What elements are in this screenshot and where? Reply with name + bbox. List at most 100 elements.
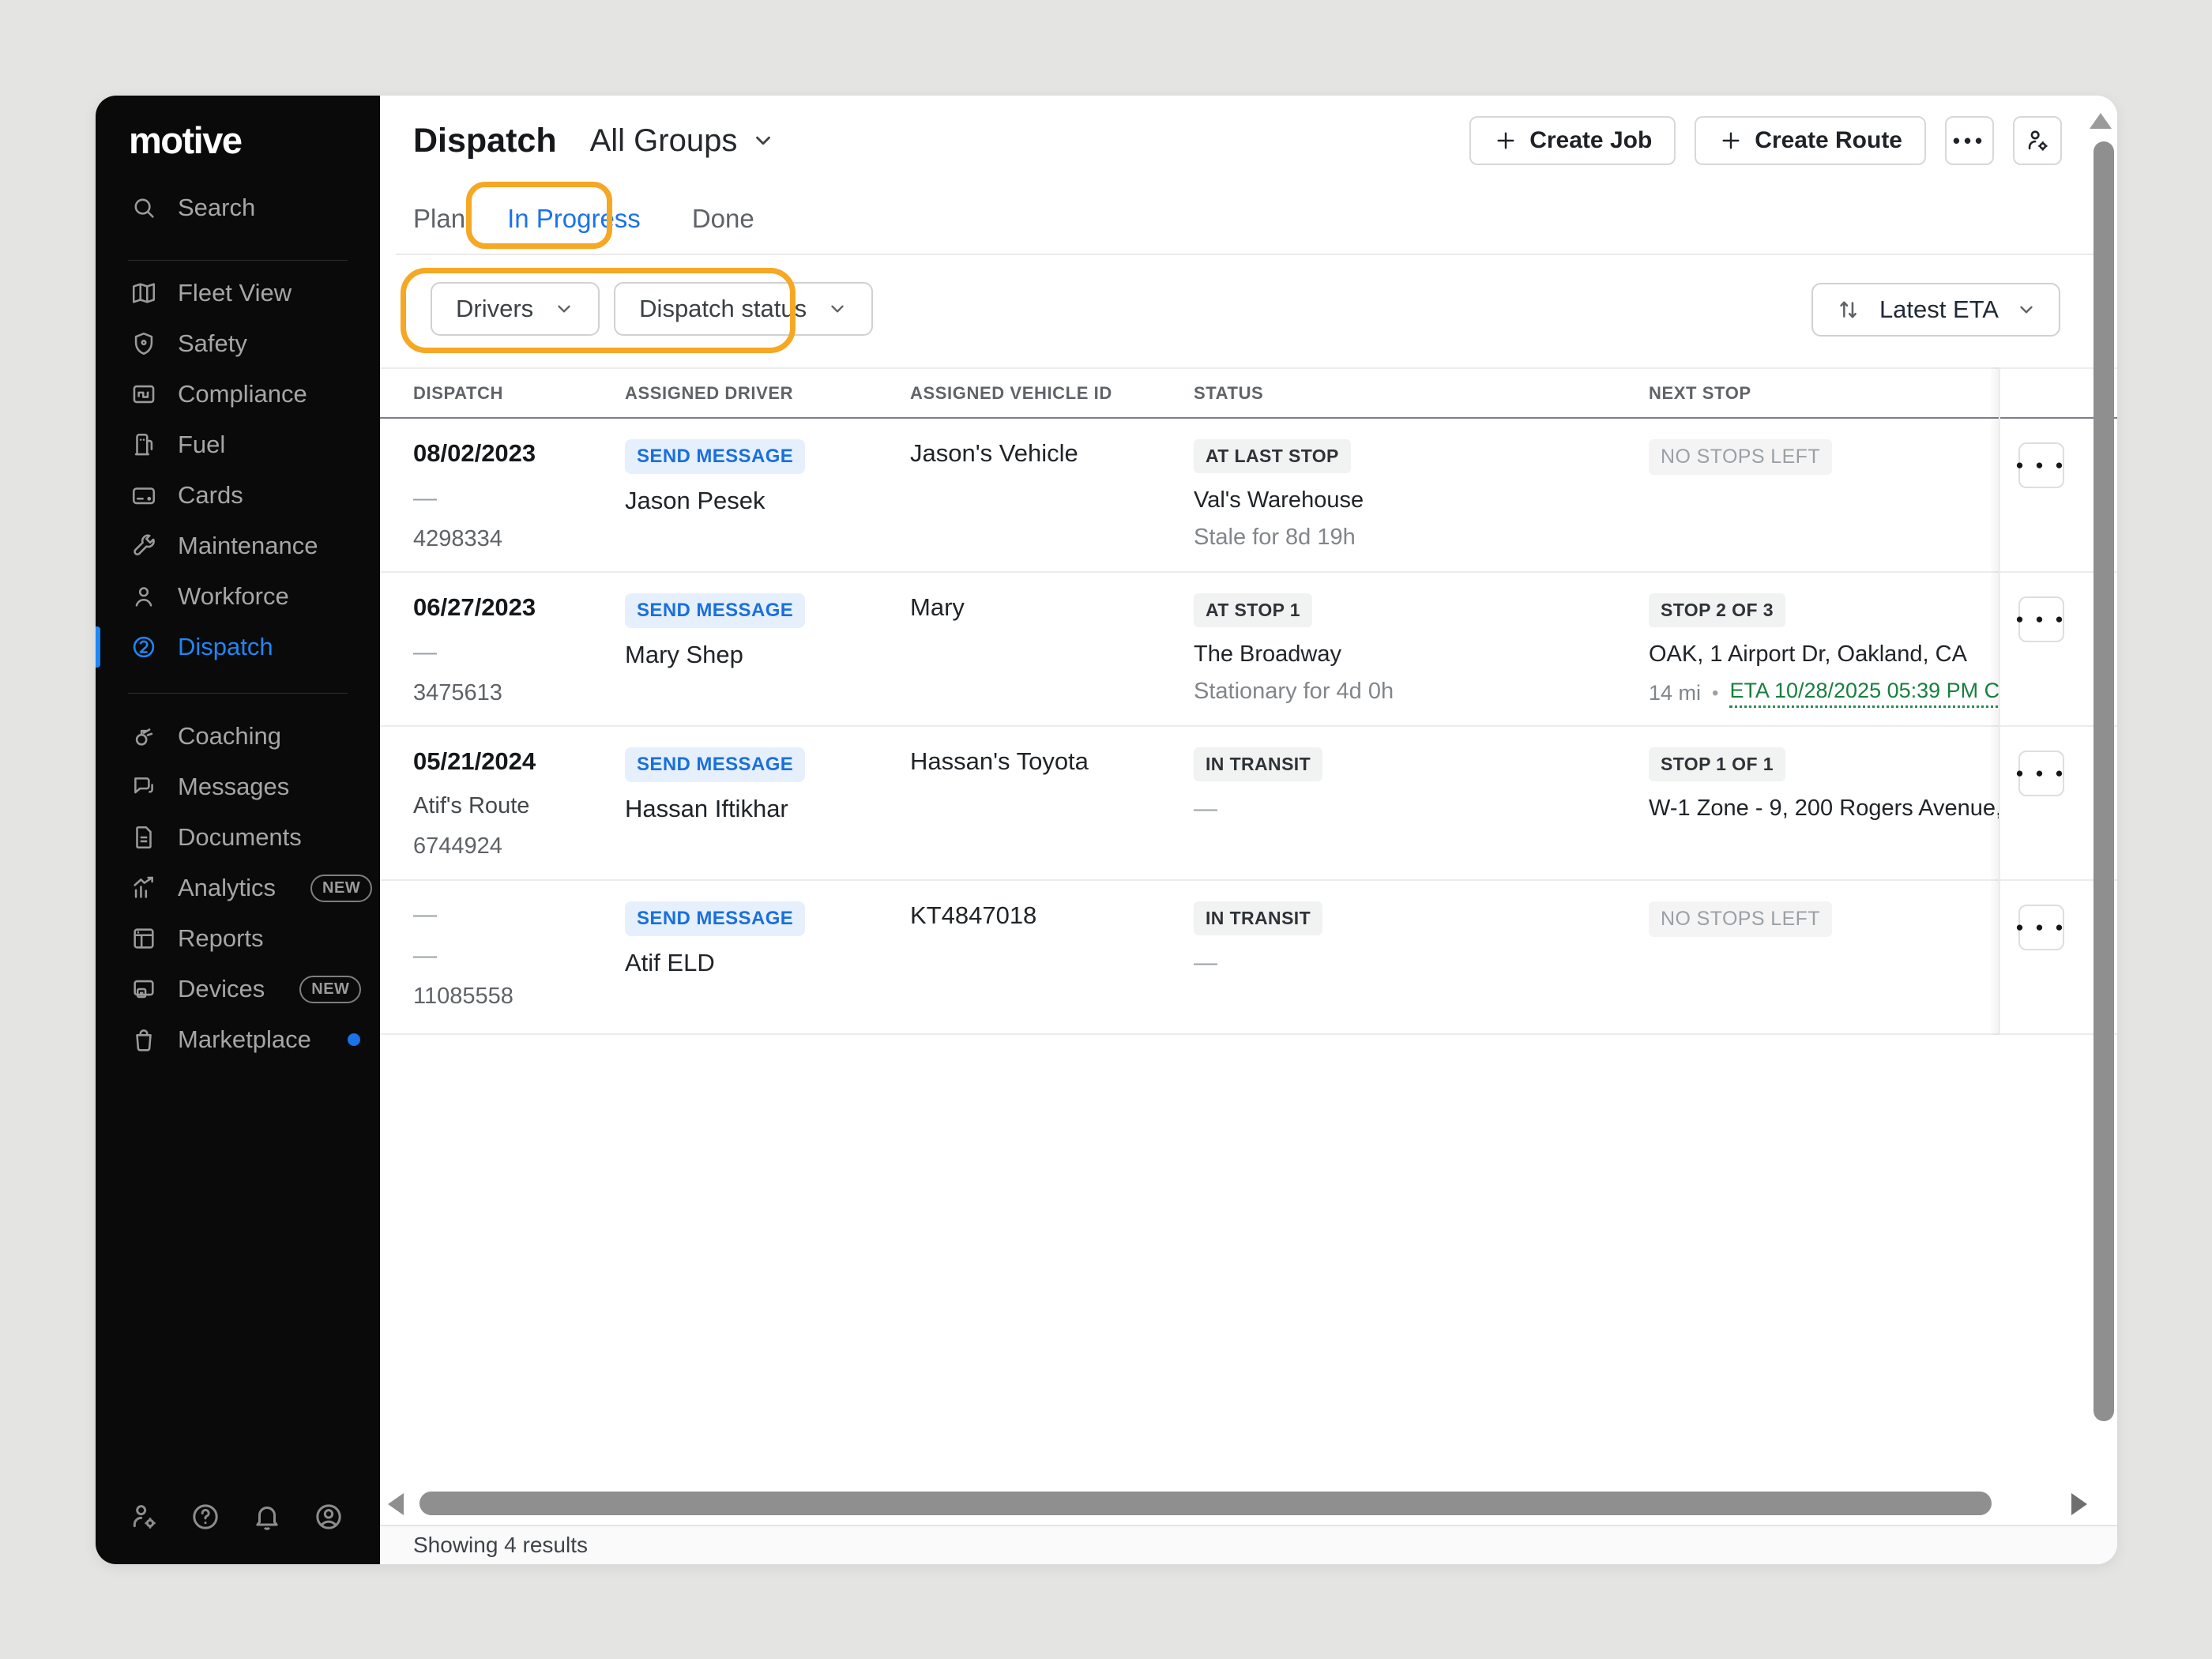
- table-row: — — 11085558 SEND MESSAGE Atif ELD KT484…: [380, 881, 2117, 1035]
- account-icon[interactable]: [313, 1501, 344, 1533]
- help-icon[interactable]: [190, 1501, 221, 1533]
- ellipsis-icon: •••: [1953, 137, 1986, 145]
- row-more-button[interactable]: ● ● ●: [2018, 750, 2064, 796]
- sidebar-item-label: Cards: [178, 481, 243, 510]
- user-settings-icon[interactable]: [128, 1501, 160, 1533]
- vertical-scrollbar-thumb[interactable]: [2094, 141, 2114, 1421]
- sidebar-item-workforce[interactable]: Workforce: [96, 571, 380, 622]
- plus-icon: [1493, 128, 1518, 153]
- sidebar-item-fleet-view[interactable]: Fleet View: [96, 268, 380, 318]
- dispatch-date: 08/02/2023: [413, 439, 625, 468]
- tab-bar: Plan In Progress Done: [413, 198, 754, 240]
- sidebar-item-coaching[interactable]: Coaching: [96, 711, 380, 762]
- motive-logo: motive: [96, 96, 380, 159]
- chat-icon: [130, 773, 157, 800]
- driver-cell: SEND MESSAGE Atif ELD: [625, 901, 910, 1033]
- send-message-chip[interactable]: SEND MESSAGE: [625, 901, 805, 936]
- chevron-down-icon: [827, 299, 848, 319]
- sidebar-item-maintenance[interactable]: Maintenance: [96, 521, 380, 571]
- driver-cell: SEND MESSAGE Jason Pesek: [625, 439, 910, 571]
- dispatch-icon: [130, 634, 157, 660]
- create-route-button[interactable]: Create Route: [1695, 116, 1926, 165]
- eta-link[interactable]: ETA 10/28/2025 05:39 PM CDT: [1729, 679, 1999, 708]
- dispatch-route: —: [413, 639, 625, 666]
- compliance-icon: [130, 381, 157, 408]
- more-actions-button[interactable]: •••: [1945, 116, 1994, 165]
- wrench-icon: [130, 532, 157, 559]
- dispatch-table: DISPATCH ASSIGNED DRIVER ASSIGNED VEHICL…: [380, 367, 2117, 1035]
- plus-icon: [1718, 128, 1744, 153]
- horizontal-scrollbar-thumb[interactable]: [419, 1492, 1992, 1515]
- sidebar-item-devices[interactable]: Devices NEW: [96, 964, 380, 1014]
- tab-in-progress[interactable]: In Progress: [507, 204, 641, 234]
- sidebar-item-label: Devices: [178, 975, 265, 1003]
- results-count: Showing 4 results: [413, 1533, 588, 1558]
- next-stop-distance: 14 mi: [1649, 681, 1701, 705]
- column-header-status: STATUS: [1194, 383, 1649, 404]
- vehicle-id: Jason's Vehicle: [910, 439, 1194, 468]
- sidebar-item-label: Marketplace: [178, 1025, 311, 1054]
- scrollbar-up-arrow[interactable]: [2090, 113, 2112, 129]
- dispatch-route: —: [413, 942, 625, 969]
- whistle-icon: [130, 723, 157, 750]
- notifications-bell-icon[interactable]: [251, 1501, 283, 1533]
- driver-name: Mary Shep: [625, 641, 910, 669]
- app-window: motive Search Fleet View Safety Complia: [96, 96, 2117, 1564]
- scrollbar-left-arrow[interactable]: [388, 1493, 404, 1515]
- shopping-bag-icon: [130, 1026, 157, 1053]
- drivers-filter[interactable]: Drivers: [431, 282, 600, 336]
- sidebar-item-label: Dispatch: [178, 633, 273, 661]
- next-stop-badge: STOP 2 OF 3: [1649, 593, 1785, 627]
- notification-dot: [348, 1033, 360, 1046]
- sidebar-item-safety[interactable]: Safety: [96, 318, 380, 369]
- sort-label: Latest ETA: [1879, 295, 1999, 324]
- create-job-label: Create Job: [1529, 127, 1652, 154]
- send-message-chip[interactable]: SEND MESSAGE: [625, 439, 805, 474]
- dispatch-cell: 08/02/2023 — 4298334: [413, 439, 625, 571]
- sidebar-item-label: Compliance: [178, 380, 307, 408]
- dispatch-id: 4298334: [413, 526, 625, 552]
- tab-done[interactable]: Done: [692, 204, 754, 234]
- row-more-button[interactable]: ● ● ●: [2018, 596, 2064, 642]
- column-header-assigned-driver: ASSIGNED DRIVER: [625, 383, 910, 404]
- user-settings-icon: [2024, 127, 2051, 154]
- sidebar-item-documents[interactable]: Documents: [96, 812, 380, 863]
- next-stop-address: W-1 Zone - 9, 200 Rogers Avenue, Norfolk…: [1649, 796, 1999, 822]
- sidebar-item-fuel[interactable]: Fuel: [96, 419, 380, 470]
- send-message-chip[interactable]: SEND MESSAGE: [625, 747, 805, 782]
- dispatch-status-filter[interactable]: Dispatch status: [614, 282, 873, 336]
- user-settings-button[interactable]: [2013, 116, 2062, 165]
- send-message-chip[interactable]: SEND MESSAGE: [625, 593, 805, 628]
- next-stop-address: OAK, 1 Airport Dr, Oakland, CA: [1649, 641, 1999, 668]
- driver-name: Jason Pesek: [625, 487, 910, 515]
- create-job-button[interactable]: Create Job: [1469, 116, 1676, 165]
- sidebar-item-compliance[interactable]: Compliance: [96, 369, 380, 419]
- create-route-label: Create Route: [1755, 127, 1902, 154]
- sidebar-item-dispatch[interactable]: Dispatch: [96, 622, 380, 672]
- tab-plan[interactable]: Plan: [413, 204, 465, 234]
- dispatch-date: —: [413, 901, 625, 928]
- sidebar-item-analytics[interactable]: Analytics NEW: [96, 863, 380, 913]
- status-badge: IN TRANSIT: [1194, 901, 1322, 935]
- chevron-down-icon: [751, 129, 775, 152]
- sidebar-search[interactable]: Search: [96, 182, 380, 233]
- new-badge: NEW: [310, 875, 372, 902]
- dispatch-date: 05/21/2024: [413, 747, 625, 776]
- sidebar-item-messages[interactable]: Messages: [96, 762, 380, 812]
- dispatch-status-filter-label: Dispatch status: [639, 295, 807, 323]
- next-stop-badge: STOP 1 OF 1: [1649, 747, 1785, 781]
- sort-button[interactable]: Latest ETA: [1811, 283, 2060, 337]
- status-place: The Broadway: [1194, 641, 1649, 668]
- sidebar-item-marketplace[interactable]: Marketplace: [96, 1014, 380, 1065]
- scrollbar-right-arrow[interactable]: [2071, 1493, 2087, 1515]
- new-badge: NEW: [299, 976, 361, 1003]
- dispatch-cell: 06/27/2023 — 3475613: [413, 593, 625, 725]
- group-selector[interactable]: All Groups: [590, 123, 776, 159]
- row-more-button[interactable]: ● ● ●: [2018, 905, 2064, 950]
- sidebar-item-cards[interactable]: Cards: [96, 470, 380, 521]
- sidebar-item-reports[interactable]: Reports: [96, 913, 380, 964]
- vehicle-cell: Mary: [910, 593, 1194, 725]
- sidebar-divider: [128, 260, 348, 261]
- row-more-button[interactable]: ● ● ●: [2018, 442, 2064, 488]
- column-header-next-stop: NEXT STOP: [1649, 383, 1999, 404]
